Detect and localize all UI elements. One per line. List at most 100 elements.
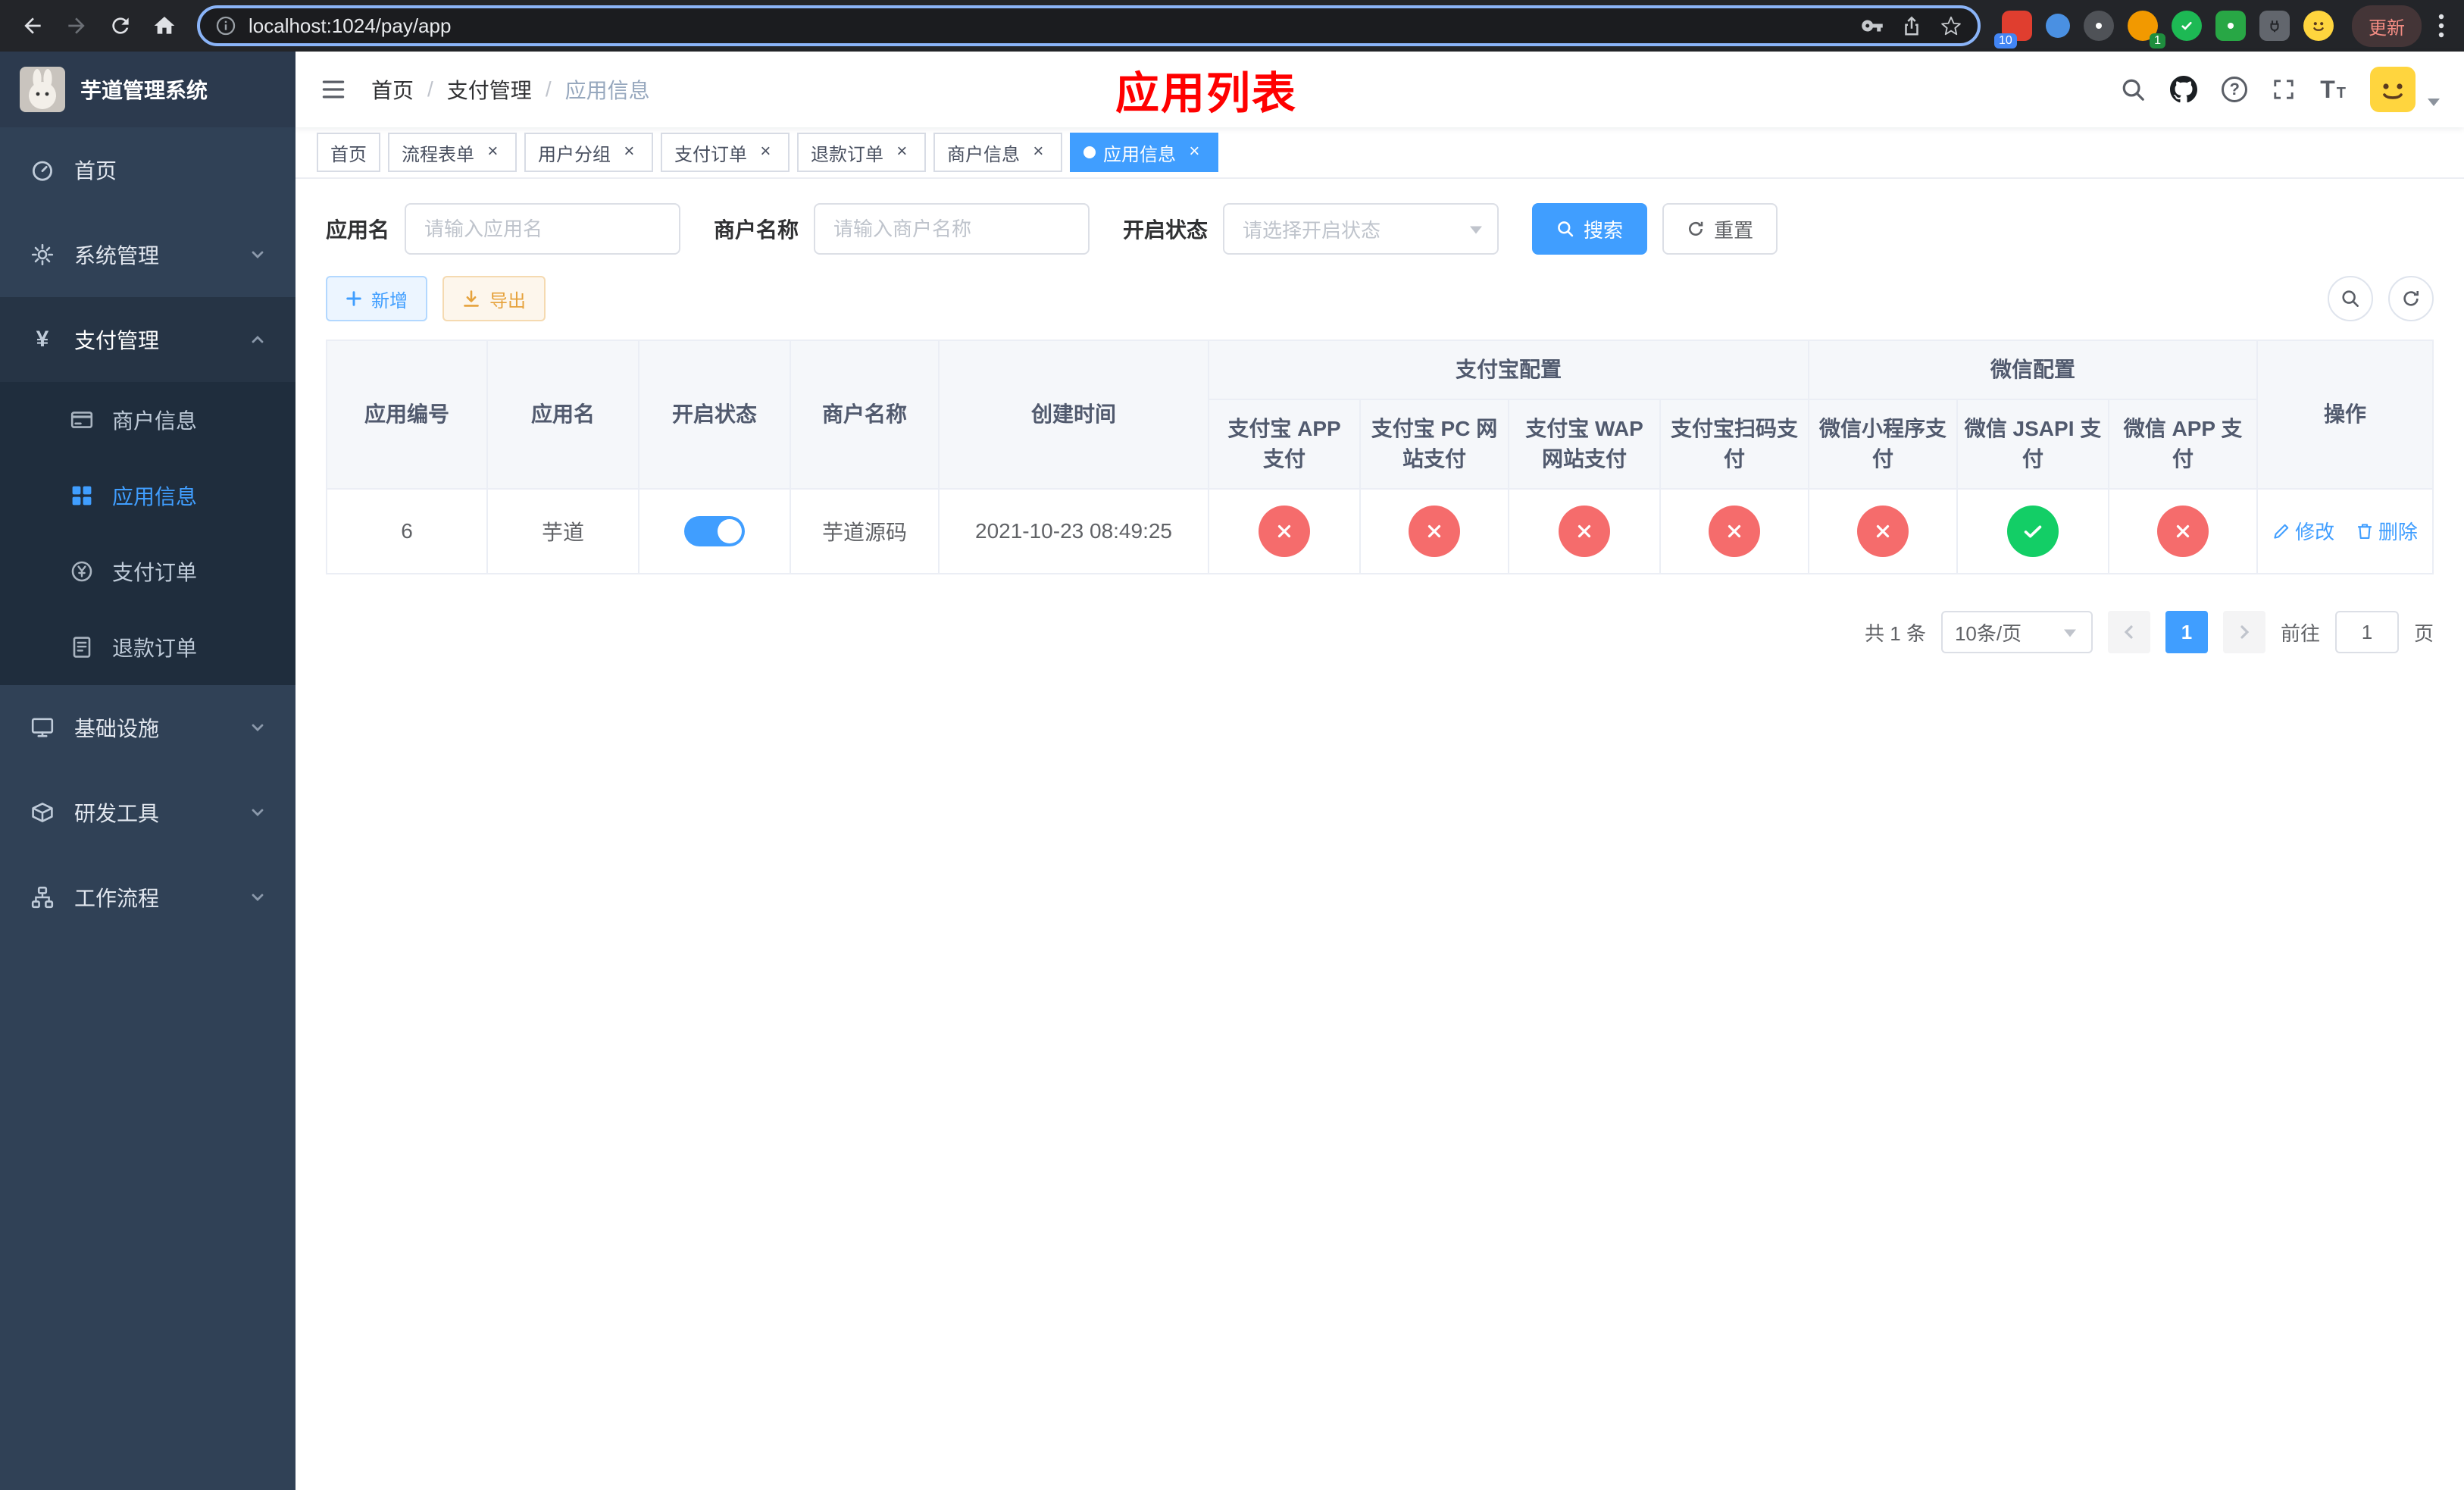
search-icon[interactable] <box>2120 77 2146 102</box>
cell-wx-jsapi <box>1956 488 2110 574</box>
sidebar-item-dev-tools[interactable]: 研发工具 <box>0 770 295 855</box>
sidebar-item-infrastructure[interactable]: 基础设施 <box>0 685 295 770</box>
forward-button[interactable] <box>56 5 97 46</box>
sidebar-menu: 首页 系统管理 ¥ 支付管理 商户信息 应用信息 支付订单 退款订单 基础设施 … <box>0 127 295 940</box>
fullscreen-icon[interactable] <box>2272 77 2296 102</box>
download-icon <box>464 290 479 307</box>
github-icon[interactable] <box>2170 76 2198 103</box>
chrome-update-button[interactable]: 更新 <box>2352 5 2422 47</box>
page-number-button[interactable]: 1 <box>2165 611 2208 653</box>
font-size-icon[interactable]: TT <box>2320 76 2346 104</box>
tag-close-icon[interactable]: × <box>891 142 912 163</box>
status-select[interactable]: 请选择开启状态 <box>1223 203 1499 255</box>
app-name-input[interactable] <box>405 203 681 255</box>
tag-close-icon[interactable]: × <box>1027 142 1049 163</box>
add-button[interactable]: 新增 <box>326 276 427 321</box>
sidebar-item-merchant-info[interactable]: 商户信息 <box>0 382 295 458</box>
toggle-search-button[interactable] <box>2328 276 2373 321</box>
col-header-alipay-qr: 支付宝扫码支付 <box>1659 399 1810 490</box>
disabled-cross-icon <box>1259 506 1310 557</box>
search-icon <box>2342 290 2359 307</box>
sidebar-item-refund-orders[interactable]: 退款订单 <box>0 609 295 685</box>
address-bar[interactable]: localhost:1024/pay/app <box>197 5 1981 46</box>
tag-close-icon[interactable]: × <box>482 142 503 163</box>
sidebar-item-payment[interactable]: ¥ 支付管理 <box>0 297 295 382</box>
extension-icon-red[interactable]: 10 <box>1994 11 2032 49</box>
browser-window: localhost:1024/pay/app 10 1 更新 芋道管理系统 首页… <box>0 0 2464 1490</box>
table-toolbar: 新增 导出 <box>326 276 2434 321</box>
plus-icon <box>346 291 361 306</box>
reload-button[interactable] <box>100 5 141 46</box>
back-button[interactable] <box>12 5 53 46</box>
tag-用户分组[interactable]: 用户分组 × <box>524 133 653 172</box>
extension-icon-plug[interactable] <box>2259 11 2290 41</box>
delete-button[interactable]: 删除 <box>2356 517 2418 545</box>
sidebar-item-workflow[interactable]: 工作流程 <box>0 855 295 940</box>
edit-button[interactable]: 修改 <box>2272 517 2334 545</box>
chevron-up-icon <box>249 330 267 349</box>
status-switch[interactable] <box>684 516 745 546</box>
cell-alipay-pc <box>1359 488 1509 574</box>
tag-close-icon[interactable]: × <box>1184 142 1205 163</box>
cell-wx-mini <box>1808 488 1959 574</box>
col-header-merchant: 商户名称 <box>790 340 940 490</box>
tag-close-icon[interactable]: × <box>755 142 776 163</box>
chevron-down-icon <box>249 803 267 822</box>
user-avatar[interactable] <box>2370 67 2416 112</box>
chrome-menu-icon[interactable] <box>2431 14 2452 38</box>
tag-应用信息[interactable]: 应用信息 × <box>1070 133 1218 172</box>
tag-close-icon[interactable]: × <box>618 142 639 163</box>
sidebar-item-home[interactable]: 首页 <box>0 127 295 212</box>
app-title: 芋道管理系统 <box>80 79 208 102</box>
page-size-select[interactable]: 10条/页 <box>1940 611 2093 653</box>
back-icon <box>24 17 41 34</box>
hamburger-icon[interactable] <box>295 52 371 127</box>
chevron-down-icon <box>1470 226 1483 234</box>
sidebar-item-label: 系统管理 <box>74 244 160 268</box>
cell-wx-app <box>2108 488 2259 574</box>
next-page-button[interactable] <box>2222 611 2265 653</box>
site-info-icon[interactable] <box>215 15 236 36</box>
gear-icon <box>29 241 56 268</box>
extension-icon-dark[interactable] <box>2084 11 2114 41</box>
bookmark-star-icon[interactable] <box>1940 14 1962 37</box>
tag-商户信息[interactable]: 商户信息 × <box>933 133 1062 172</box>
tag-支付订单[interactable]: 支付订单 × <box>661 133 790 172</box>
sidebar-item-pay-orders[interactable]: 支付订单 <box>0 534 295 609</box>
extension-icon-emoji[interactable] <box>2303 11 2334 41</box>
dashboard-icon <box>29 156 56 183</box>
col-header-alipay-app: 支付宝 APP 支付 <box>1208 399 1361 490</box>
prev-page-button[interactable] <box>2107 611 2150 653</box>
url-text[interactable]: localhost:1024/pay/app <box>249 14 1849 38</box>
refresh-table-button[interactable] <box>2388 276 2434 321</box>
goto-page-input[interactable] <box>2334 611 2399 653</box>
merchant-name-input[interactable] <box>814 203 1090 255</box>
help-icon[interactable]: ? <box>2222 77 2248 102</box>
share-icon[interactable] <box>1900 14 1923 37</box>
sidebar-item-system[interactable]: 系统管理 <box>0 212 295 297</box>
tag-退款订单[interactable]: 退款订单 × <box>797 133 926 172</box>
export-button[interactable]: 导出 <box>442 276 546 321</box>
extension-icon-green-check[interactable] <box>2172 11 2202 41</box>
breadcrumb-payment[interactable]: 支付管理 <box>447 74 532 105</box>
home-button[interactable] <box>144 5 185 46</box>
extension-icon-blue[interactable] <box>2046 14 2070 38</box>
extension-icon-green-chat[interactable] <box>2215 11 2246 41</box>
top-navbar: 首页 / 支付管理 / 应用信息 应用列表 ? TT <box>295 52 2464 127</box>
tag-首页[interactable]: 首页 <box>317 133 380 172</box>
reset-button[interactable]: 重置 <box>1662 203 1778 255</box>
disabled-cross-icon <box>1409 506 1460 557</box>
search-button[interactable]: 搜索 <box>1532 203 1648 255</box>
breadcrumb-home[interactable]: 首页 <box>371 74 414 105</box>
extension-icon-avatar[interactable]: 1 <box>2128 11 2165 49</box>
monitor-icon <box>29 714 56 741</box>
tag-流程表单[interactable]: 流程表单 × <box>388 133 517 172</box>
app-logo[interactable]: 芋道管理系统 <box>0 52 295 127</box>
col-header-created: 创建时间 <box>938 340 1209 490</box>
pay-order-icon <box>68 558 95 585</box>
cell-created: 2021-10-23 08:49:25 <box>938 488 1209 574</box>
sidebar-item-label: 商户信息 <box>112 409 198 433</box>
password-key-icon[interactable] <box>1861 14 1884 37</box>
sidebar-item-app-info[interactable]: 应用信息 <box>0 458 295 534</box>
avatar-dropdown-caret-icon[interactable] <box>2428 99 2440 106</box>
